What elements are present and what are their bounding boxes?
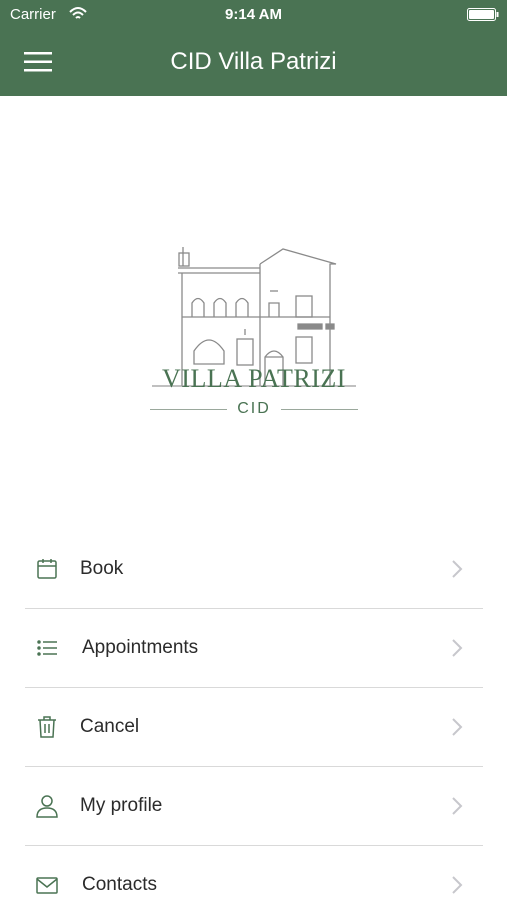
chevron-right-icon xyxy=(452,876,463,894)
chevron-right-icon xyxy=(452,797,463,815)
trash-icon xyxy=(38,716,56,738)
menu-button[interactable] xyxy=(14,42,62,82)
menu-item-cancel[interactable]: Cancel xyxy=(25,688,483,767)
menu-item-label: My profile xyxy=(80,795,163,816)
logo-title: VILLA PATRIZI xyxy=(162,364,346,393)
menu-item-book[interactable]: Book xyxy=(25,530,483,609)
menu-item-label: Contacts xyxy=(82,874,157,895)
menu-item-label: Appointments xyxy=(82,637,199,658)
battery-icon xyxy=(467,8,499,21)
main-menu: Book Appointments Cancel My profile Cont… xyxy=(25,530,483,924)
chevron-right-icon xyxy=(452,718,463,736)
calendar-icon xyxy=(37,559,57,579)
carrier-label: Carrier xyxy=(10,6,56,23)
menu-item-label: Cancel xyxy=(80,716,140,737)
menu-item-my-profile[interactable]: My profile xyxy=(25,767,483,846)
menu-item-appointments[interactable]: Appointments xyxy=(25,609,483,688)
menu-item-contacts[interactable]: Contacts xyxy=(25,846,483,924)
hamburger-menu-icon xyxy=(24,52,52,72)
list-icon xyxy=(37,640,57,656)
status-bar: Carrier 9:14 AM xyxy=(0,0,507,30)
chevron-right-icon xyxy=(452,560,463,578)
chevron-right-icon xyxy=(452,639,463,657)
divider xyxy=(280,408,358,410)
wifi-icon xyxy=(69,7,87,19)
divider xyxy=(150,408,228,410)
nav-bar: CID Villa Patrizi xyxy=(0,30,507,96)
menu-item-label: Book xyxy=(80,558,124,579)
user-icon xyxy=(36,795,58,818)
logo-subtitle: CID xyxy=(150,398,358,420)
mail-icon xyxy=(36,877,58,894)
logo-subtitle-text: CID xyxy=(237,400,271,417)
page-title: CID Villa Patrizi xyxy=(170,48,337,75)
